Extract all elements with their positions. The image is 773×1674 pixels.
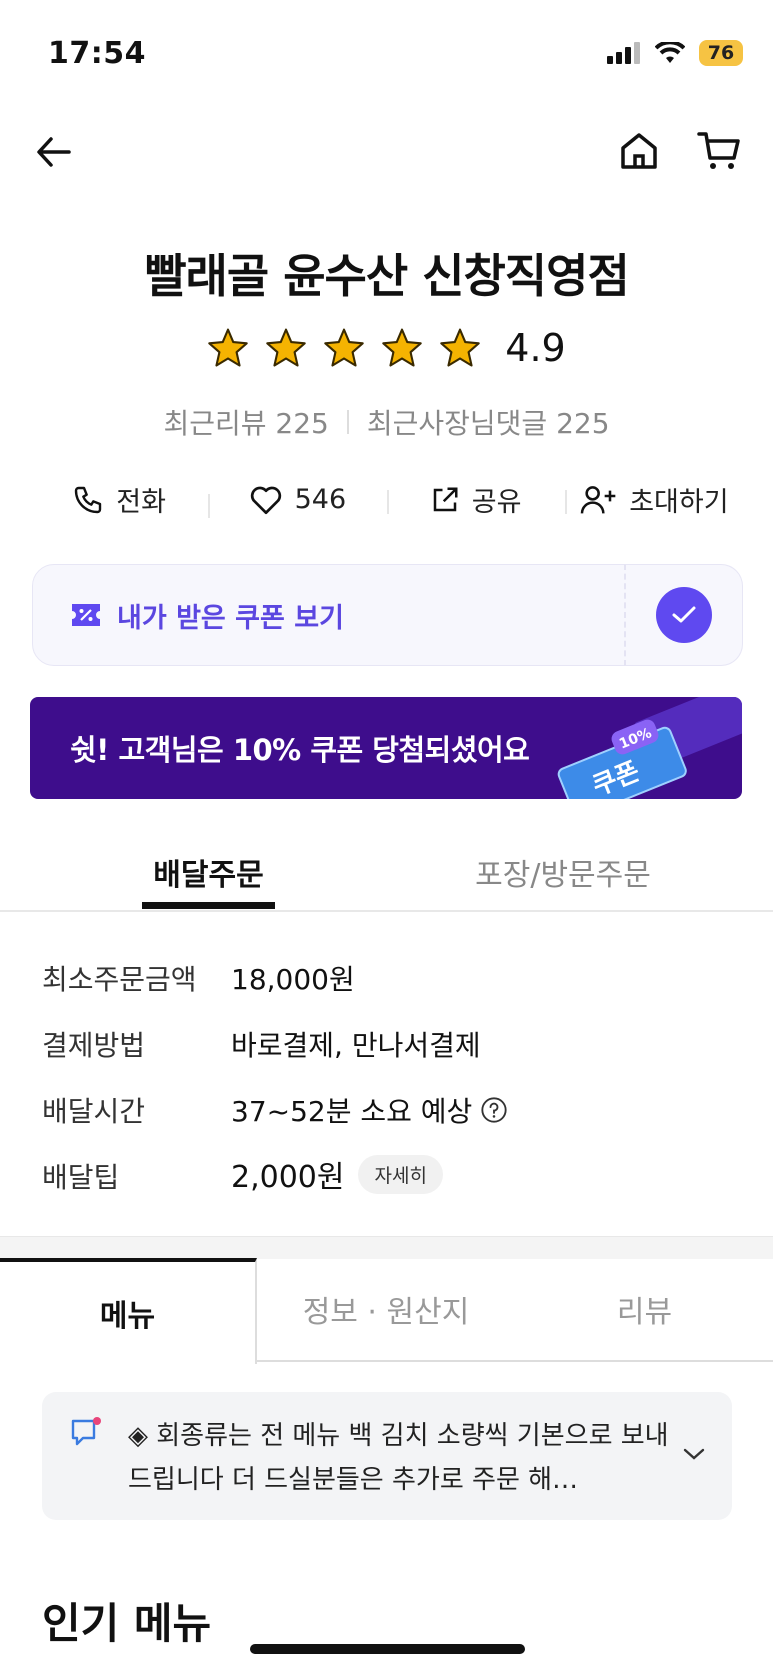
payment-label: 결제방법 bbox=[42, 1029, 146, 1062]
like-button[interactable]: 546 bbox=[208, 484, 386, 518]
order-tabs-divider bbox=[0, 910, 773, 912]
share-icon bbox=[433, 487, 458, 511]
notice-chat-icon bbox=[71, 1417, 101, 1446]
delivery-tip-row: 2,000원 자세히 bbox=[231, 1152, 443, 1196]
delivery-time-value: 37~52분 소요 예상 bbox=[231, 1095, 473, 1128]
battery-indicator: 76 bbox=[699, 40, 743, 66]
coupon-icon bbox=[72, 604, 100, 626]
delivery-time-label: 배달시간 bbox=[42, 1095, 146, 1128]
notice-text: ◈ 회종류는 전 메뉴 백 김치 소량씩 기본으로 보내드립니다 더 드실분들은… bbox=[128, 1421, 669, 1495]
heart-icon bbox=[250, 486, 281, 514]
tab-menu[interactable]: 메뉴 bbox=[0, 1258, 257, 1364]
share-button[interactable]: 공유 bbox=[386, 480, 565, 519]
tip-detail-button[interactable]: 자세히 bbox=[358, 1154, 443, 1194]
check-icon bbox=[672, 606, 696, 623]
coupon-check-button[interactable] bbox=[624, 564, 743, 666]
status-icons: 76 bbox=[607, 40, 743, 66]
menu-tabs: 메뉴 정보 · 원산지 리뷰 bbox=[0, 1258, 773, 1364]
check-circle bbox=[656, 587, 712, 643]
cellular-signal-icon bbox=[607, 42, 640, 64]
add-person-icon bbox=[580, 485, 616, 513]
call-button[interactable]: 전화 bbox=[30, 480, 208, 519]
help-icon[interactable] bbox=[480, 1096, 508, 1124]
back-arrow-icon bbox=[37, 137, 71, 167]
rating-row[interactable]: 4.9 bbox=[0, 326, 773, 370]
owner-replies-link[interactable]: 최근사장님댓글 225 bbox=[367, 402, 610, 442]
cart-icon bbox=[697, 132, 740, 169]
min-order-value: 18,000원 bbox=[231, 963, 355, 996]
phone-icon bbox=[75, 486, 102, 513]
active-tab-indicator bbox=[142, 902, 275, 909]
menu-tabs-baseline bbox=[256, 1360, 773, 1362]
payment-value: 바로결제, 만나서결제 bbox=[231, 1029, 481, 1062]
tab-delivery-order[interactable]: 배달주문 bbox=[106, 850, 311, 894]
status-time: 17:54 bbox=[48, 36, 146, 71]
share-label: 공유 bbox=[471, 487, 522, 518]
star-icon bbox=[382, 328, 423, 367]
invite-label: 초대하기 bbox=[629, 487, 729, 518]
star-icon bbox=[266, 328, 307, 367]
delivery-tip-label: 배달팁 bbox=[42, 1161, 120, 1194]
coupon-banner[interactable]: 쉿! 고객님은 10% 쿠폰 당첨되셨어요 쿠폰 10% bbox=[30, 697, 742, 799]
section-separator bbox=[0, 1236, 773, 1259]
star-icon bbox=[440, 328, 481, 367]
my-coupons-label: 내가 받은 쿠폰 보기 bbox=[117, 602, 344, 634]
call-label: 전화 bbox=[116, 487, 166, 518]
tab-info-origin[interactable]: 정보 · 원산지 bbox=[258, 1258, 514, 1360]
invite-button[interactable]: 초대하기 bbox=[564, 480, 743, 519]
star-icon bbox=[208, 328, 249, 367]
my-coupons-button[interactable]: 내가 받은 쿠폰 보기 bbox=[32, 564, 625, 666]
recent-reviews-link[interactable]: 최근리뷰 225 bbox=[163, 402, 328, 442]
review-counts: 최근리뷰 225 최근사장님댓글 225 bbox=[0, 402, 773, 442]
tab-reviews[interactable]: 리뷰 bbox=[516, 1258, 773, 1360]
back-button[interactable] bbox=[30, 128, 78, 176]
tab-pickup-order[interactable]: 포장/방문주문 bbox=[440, 850, 686, 894]
store-notice[interactable]: ◈ 회종류는 전 메뉴 백 김치 소량씩 기본으로 보내드립니다 더 드실분들은… bbox=[42, 1392, 732, 1520]
coupon-ticket-illustration: 쿠폰 10% bbox=[557, 697, 742, 799]
min-order-label: 최소주문금액 bbox=[42, 963, 197, 996]
cart-button[interactable] bbox=[694, 126, 744, 176]
delivery-time-row: 37~52분 소요 예상 bbox=[231, 1090, 508, 1130]
home-icon bbox=[621, 133, 657, 169]
chevron-down-icon[interactable] bbox=[682, 1446, 706, 1462]
home-button[interactable] bbox=[614, 126, 664, 176]
home-indicator bbox=[250, 1644, 525, 1654]
store-name: 빨래골 윤수산 신창직영점 bbox=[144, 249, 630, 303]
popular-menu-heading: 인기 메뉴 bbox=[42, 1599, 212, 1648]
wifi-icon bbox=[655, 42, 685, 63]
delivery-tip-value: 2,000원 bbox=[231, 1160, 345, 1195]
banner-text: 쉿! 고객님은 10% 쿠폰 당첨되셨어요 bbox=[70, 733, 530, 767]
divider bbox=[346, 410, 349, 434]
star-icon bbox=[324, 328, 365, 367]
like-count: 546 bbox=[294, 484, 347, 515]
rating-value: 4.9 bbox=[505, 326, 566, 370]
action-row: 전화 546 공유 초대하기 bbox=[30, 480, 743, 519]
